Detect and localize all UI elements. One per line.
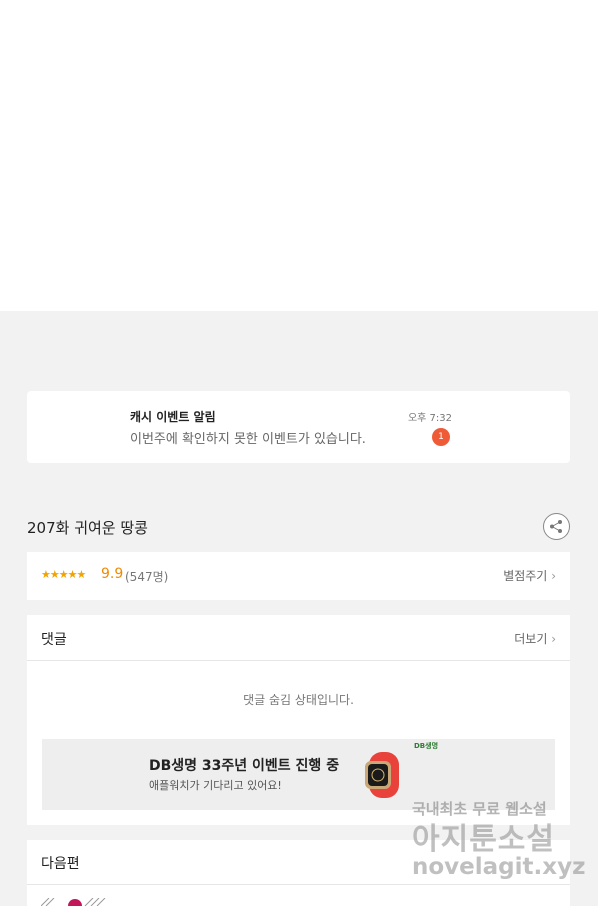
ad-subtitle: 애플워치가 기다리고 있어요! bbox=[149, 779, 282, 792]
star-rating-icon: ★★★★★ bbox=[41, 568, 86, 581]
watermark-line3: novelagit.xyz bbox=[412, 854, 586, 880]
next-episode-label: 다음편 bbox=[41, 856, 80, 872]
rate-button-label: 별점주기 bbox=[503, 569, 548, 583]
next-episode-thumbnail[interactable] bbox=[41, 898, 107, 906]
notification-time: 오후 7:32 bbox=[407, 413, 452, 424]
comments-hidden-message: 댓글 숨김 상태입니다. bbox=[243, 693, 354, 707]
chevron-right-icon: › bbox=[551, 569, 556, 583]
notification-body: 이번주에 확인하지 못한 이벤트가 있습니다. bbox=[130, 432, 366, 447]
ad-logo: DB생명 bbox=[414, 742, 439, 750]
watermark-line2: 아지툰소설 bbox=[412, 822, 555, 857]
comments-section: 댓글 더보기 › 댓글 숨김 상태입니다. DB생명 33주년 이벤트 진행 중… bbox=[27, 615, 570, 825]
share-button[interactable] bbox=[543, 513, 570, 540]
comments-header: 댓글 더보기 › bbox=[27, 615, 570, 661]
watermark: 국내최초 무료 웹소설 아지툰소설 novelagit.xyz bbox=[410, 798, 585, 888]
rating-score: 9.9 bbox=[101, 566, 124, 582]
rating-bar: ★★★★★ 9.9 (547명) 별점주기 › bbox=[27, 552, 570, 600]
rating-count: (547명) bbox=[125, 570, 169, 584]
comments-label: 댓글 bbox=[41, 632, 67, 648]
content-area bbox=[0, 0, 598, 311]
share-icon bbox=[550, 520, 562, 533]
more-button-label: 더보기 bbox=[514, 632, 548, 646]
smartwatch-icon bbox=[365, 752, 399, 798]
notification-badge: 1 bbox=[432, 428, 450, 446]
ad-title: DB생명 33주년 이벤트 진행 중 bbox=[149, 758, 340, 774]
notification-card[interactable]: 캐시 이벤트 알림 이번주에 확인하지 못한 이벤트가 있습니다. 오후 7:3… bbox=[27, 391, 570, 463]
comments-more-button[interactable]: 더보기 › bbox=[514, 630, 556, 647]
episode-title: 207화 귀여운 땅콩 bbox=[27, 519, 148, 537]
chevron-right-icon: › bbox=[551, 632, 556, 646]
rate-button[interactable]: 별점주기 › bbox=[503, 567, 556, 584]
notification-title: 캐시 이벤트 알림 bbox=[130, 410, 216, 424]
